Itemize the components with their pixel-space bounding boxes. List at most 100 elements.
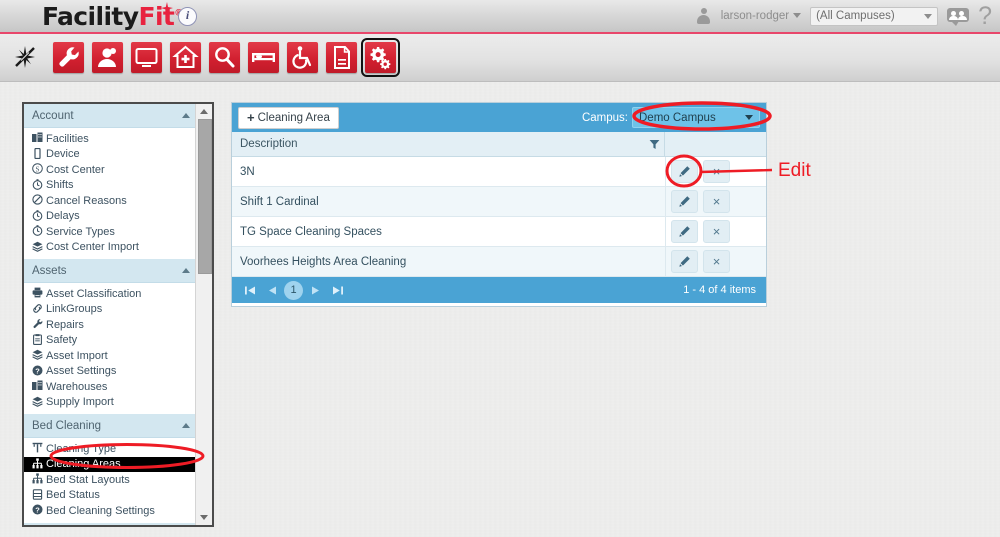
sidebar-item-bed-status[interactable]: Bed Status [24,488,198,504]
logo-primary-text: Facility [42,2,139,31]
sidebar-scrollbar[interactable] [195,104,212,525]
edit-icon[interactable] [671,160,698,183]
sidebar-item-service-types[interactable]: Service Types [24,224,198,240]
sparkle-icon [160,2,174,16]
sidebar-group-bed-cleaning[interactable]: Bed Cleaning [24,414,198,438]
link-icon [32,303,43,315]
sidebar-item-safety[interactable]: Safety [24,333,198,349]
table-row[interactable]: Shift 1 Cardinal × [232,187,766,217]
table-row[interactable]: 3N × [232,157,766,187]
sidebar-item-label: Asset Classification [46,287,142,300]
sitemap-icon [32,457,43,470]
actions-column-spacer [664,132,766,156]
delete-icon[interactable]: × [703,190,730,213]
scrollbar-thumb[interactable] [198,119,212,274]
avatar [696,8,712,24]
table-row[interactable]: Voorhees Heights Area Cleaning × [232,247,766,277]
sidebar-item-delays[interactable]: Delays [24,209,198,225]
grid-toolbar: + Cleaning Area Campus: Demo Campus [232,103,766,132]
hospital-icon[interactable] [170,42,201,73]
bed-icon[interactable] [248,42,279,73]
monitor-icon[interactable] [131,42,162,73]
campus-filter: Campus: Demo Campus [582,107,760,128]
clock-icon [32,225,43,237]
sidebar-item-label: Cancel Reasons [46,194,127,207]
pager-page-1[interactable]: 1 [284,280,303,300]
global-campus-value: (All Campuses) [816,10,895,22]
chat-users-icon[interactable] [947,7,970,26]
sidebar-item-shifts[interactable]: Shifts [24,178,198,194]
campus-label: Campus: [581,111,628,124]
sidebar-item-asset-import[interactable]: Asset Import [24,348,198,364]
no-entry-icon [32,194,43,206]
sidebar-group-label: Bed Cleaning [32,419,102,432]
user-name-label: larson-rodger [720,10,790,22]
clock-icon [32,178,43,191]
svg-text:?: ? [35,505,40,514]
chevron-up-icon [182,113,190,118]
user-menu[interactable]: larson-rodger [720,10,802,22]
main-toolbar [0,34,1000,82]
pager-next-button[interactable] [304,281,326,299]
pin-icon[interactable] [12,44,38,70]
question-circle-icon: ? [32,504,43,516]
sidebar-item-label: Delays [46,210,80,223]
svg-text:S: S [36,165,40,173]
delete-icon[interactable]: × [703,250,730,273]
wheelchair-icon[interactable] [287,42,318,73]
edit-icon[interactable] [671,250,698,273]
delete-icon[interactable]: × [703,160,730,183]
sidebar-scroll-content: Account Facilities Device S Cost Center Shift… [24,104,198,525]
scroll-up-arrow[interactable] [196,104,212,119]
sidebar-item-cost-center-import[interactable]: Cost Center Import [24,240,198,256]
cleaning-areas-grid: + Cleaning Area Campus: Demo Campus Desc… [231,102,767,307]
sidebar-item-device[interactable]: Device [24,147,198,163]
sidebar-group-inspection[interactable]: Inspection [24,522,198,525]
pager-last-button[interactable] [326,281,348,299]
wrench-icon[interactable] [53,42,84,73]
sidebar-item-label: Cost Center Import [46,241,139,254]
filter-icon[interactable] [644,139,664,150]
sidebar-item-bed-stat-layouts[interactable]: Bed Stat Layouts [24,472,198,488]
document-icon[interactable] [326,42,357,73]
edit-icon[interactable] [671,220,698,243]
delete-glyph: × [712,254,721,269]
sidebar-item-asset-classification[interactable]: Asset Classification [24,286,198,302]
sidebar-item-label: Asset Import [46,349,108,362]
sidebar-item-label: Safety [46,334,78,347]
pager-prev-button[interactable] [261,281,283,299]
help-icon[interactable]: ? [978,3,992,29]
table-row[interactable]: TG Space Cleaning Spaces × [232,217,766,247]
sidebar-item-cleaning-type[interactable]: Cleaning Type [24,441,198,457]
global-campus-select[interactable]: (All Campuses) [810,6,939,26]
sidebar-item-linkgroups[interactable]: LinkGroups [24,302,198,318]
add-button-label: Cleaning Area [257,111,330,124]
column-header-description[interactable]: Description [232,138,644,150]
campus-select[interactable]: Demo Campus [632,107,760,128]
sidebar-item-cancel-reasons[interactable]: Cancel Reasons [24,193,198,209]
sidebar-item-cost-center[interactable]: S Cost Center [24,162,198,178]
sidebar-group-account[interactable]: Account [24,104,198,128]
sidebar-item-label: Shifts [46,179,74,192]
sidebar-item-repairs[interactable]: Repairs [24,317,198,333]
add-cleaning-area-button[interactable]: + Cleaning Area [238,106,339,129]
sidebar-item-supply-import[interactable]: Supply Import [24,395,198,411]
sidebar-item-label: Bed Stat Layouts [46,473,130,486]
scroll-down-arrow[interactable] [196,510,212,525]
pager-first-button[interactable] [239,281,261,299]
edit-icon[interactable] [671,190,698,213]
search-icon[interactable] [209,42,240,73]
sidebar-item-facilities[interactable]: Facilities [24,131,198,147]
sidebar-item-cleaning-areas[interactable]: Cleaning Areas [24,456,198,472]
sidebar-group-assets[interactable]: Assets [24,259,198,283]
gears-icon[interactable] [361,38,400,77]
sidebar-item-label: Cleaning Type [46,442,117,455]
row-actions: × [665,247,766,276]
info-icon[interactable]: i [178,7,197,26]
person-icon[interactable] [92,42,123,73]
sidebar-item-warehouses[interactable]: Warehouses [24,379,198,395]
delete-icon[interactable]: × [703,220,730,243]
stack-icon [32,241,43,253]
sidebar-item-asset-settings[interactable]: ? Asset Settings [24,364,198,380]
sidebar-item-bed-cleaning-settings[interactable]: ? Bed Cleaning Settings [24,503,198,519]
